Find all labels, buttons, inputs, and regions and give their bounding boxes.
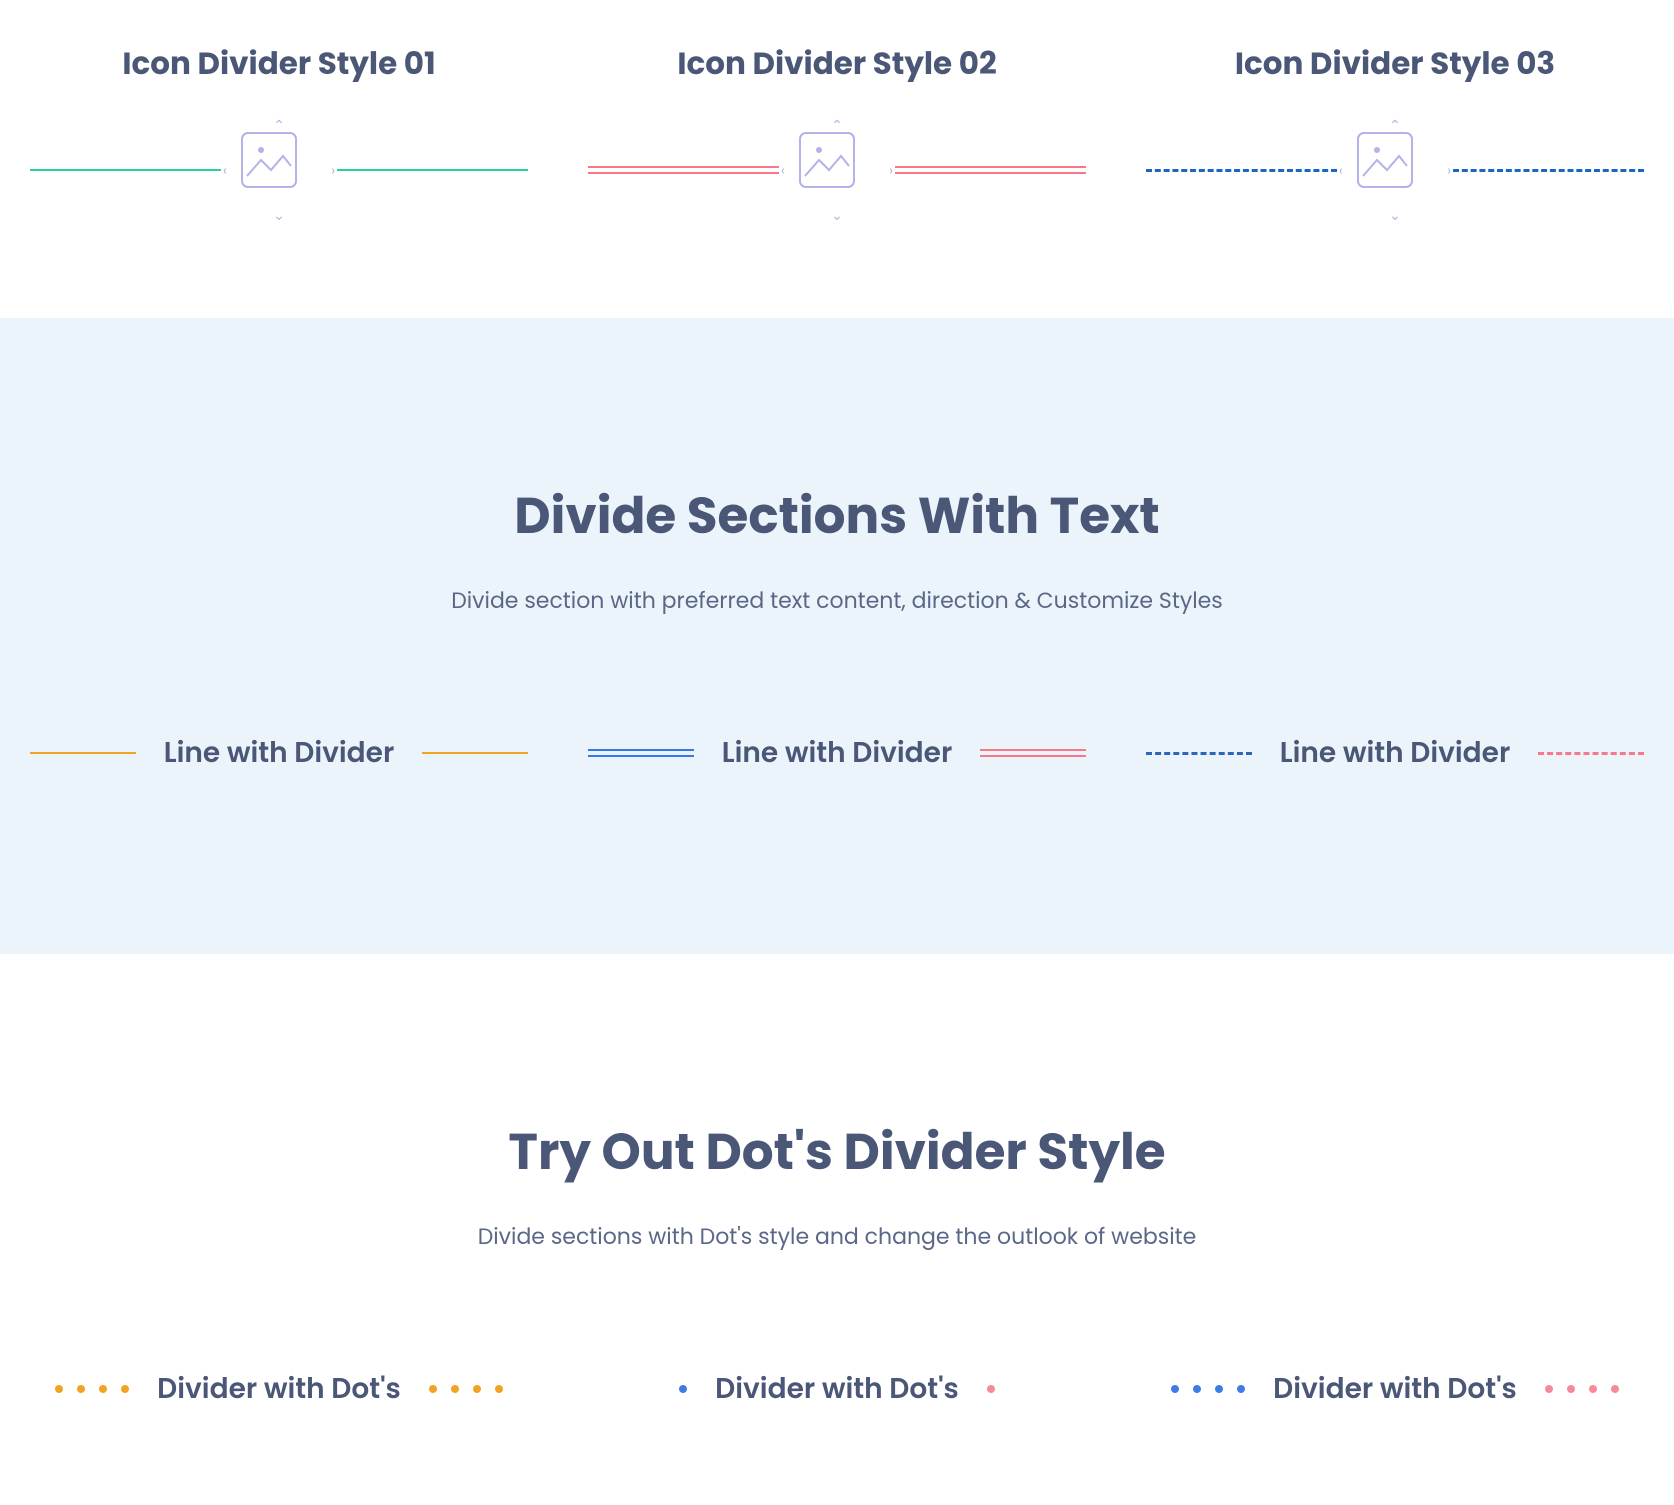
dot-icon: [451, 1385, 459, 1393]
icon-divider-row: Icon Divider Style 01 ⌃ ⌄ ‹ ›: [30, 40, 1644, 208]
dot-icon: [1193, 1385, 1201, 1393]
icon-divider-3: ⌃ ⌄ ‹ ›: [1146, 132, 1644, 208]
chevron-down-icon: ⌄: [273, 208, 285, 222]
dots-left: [679, 1385, 687, 1393]
dots-right: [1545, 1385, 1619, 1393]
divider-line: [1146, 752, 1252, 755]
text-section-title: Divide Sections With Text: [30, 478, 1644, 554]
dot-icon: [55, 1385, 63, 1393]
text-divider-3: Line with Divider: [1146, 732, 1644, 774]
dot-icon: [1237, 1385, 1245, 1393]
chevron-down-icon: ⌄: [1389, 208, 1401, 222]
dot-icon: [429, 1385, 437, 1393]
dots-divider-2: Divider with Dot's: [588, 1368, 1086, 1410]
chevron-left-icon: ‹: [1339, 163, 1343, 177]
divider-line: [422, 752, 528, 754]
divider-line: [895, 166, 1086, 174]
chevron-right-icon: ›: [331, 163, 335, 177]
divider-line: [1453, 169, 1644, 172]
dot-icon: [1611, 1385, 1619, 1393]
icon-divider-title-2: Icon Divider Style 02: [677, 40, 996, 87]
chevron-left-icon: ‹: [223, 163, 227, 177]
divider-line: [30, 169, 221, 171]
dots-divider-section: Try Out Dot's Divider Style Divide secti…: [0, 954, 1674, 1470]
chevron-up-icon: ⌃: [831, 118, 843, 132]
text-divider-2: Line with Divider: [588, 732, 1086, 774]
dot-icon: [1545, 1385, 1553, 1393]
divider-line: [588, 749, 694, 757]
chevron-up-icon: ⌃: [273, 118, 285, 132]
dots-section-subtitle: Divide sections with Dot's style and cha…: [30, 1220, 1644, 1253]
chevron-down-icon: ⌄: [831, 208, 843, 222]
text-divider-label: Line with Divider: [164, 732, 395, 774]
dot-icon: [987, 1385, 995, 1393]
image-placeholder-icon[interactable]: ⌃ ⌄ ‹ ›: [799, 132, 875, 208]
text-section-subtitle: Divide section with preferred text conte…: [30, 584, 1644, 617]
dots-divider-1: Divider with Dot's: [30, 1368, 528, 1410]
dot-icon: [77, 1385, 85, 1393]
divider-line: [1538, 752, 1644, 755]
dots-divider-3: Divider with Dot's: [1146, 1368, 1644, 1410]
divider-line: [588, 166, 779, 174]
divider-line: [980, 749, 1086, 757]
dot-icon: [1567, 1385, 1575, 1393]
chevron-left-icon: ‹: [781, 163, 785, 177]
image-placeholder-icon[interactable]: ⌃ ⌄ ‹ ›: [241, 132, 317, 208]
icon-divider-title-1: Icon Divider Style 01: [122, 40, 435, 87]
text-divider-row: Line with Divider Line with Divider Line…: [30, 732, 1644, 774]
icon-divider-col-2: Icon Divider Style 02 ⌃ ⌄ ‹ ›: [588, 40, 1086, 208]
divider-line: [1146, 169, 1337, 172]
image-placeholder-icon[interactable]: ⌃ ⌄ ‹ ›: [1357, 132, 1433, 208]
divider-line: [337, 169, 528, 171]
icon-divider-section: Icon Divider Style 01 ⌃ ⌄ ‹ ›: [0, 0, 1674, 318]
dots-section-title: Try Out Dot's Divider Style: [30, 1114, 1644, 1190]
icon-divider-1: ⌃ ⌄ ‹ ›: [30, 132, 528, 208]
dot-icon: [121, 1385, 129, 1393]
chevron-right-icon: ›: [1447, 163, 1451, 177]
divider-line: [30, 752, 136, 754]
dot-icon: [679, 1385, 687, 1393]
icon-divider-title-3: Icon Divider Style 03: [1235, 40, 1555, 87]
dots-right: [429, 1385, 503, 1393]
chevron-up-icon: ⌃: [1389, 118, 1401, 132]
dots-left: [55, 1385, 129, 1393]
text-divider-label: Line with Divider: [722, 732, 953, 774]
dots-divider-label: Divider with Dot's: [157, 1368, 401, 1410]
dots-divider-label: Divider with Dot's: [1273, 1368, 1517, 1410]
text-divider-1: Line with Divider: [30, 732, 528, 774]
text-divider-label: Line with Divider: [1280, 732, 1511, 774]
dots-left: [1171, 1385, 1245, 1393]
icon-divider-col-3: Icon Divider Style 03 ⌃ ⌄ ‹ ›: [1146, 40, 1644, 208]
dot-icon: [1589, 1385, 1597, 1393]
dots-right: [987, 1385, 995, 1393]
dot-icon: [99, 1385, 107, 1393]
dot-icon: [495, 1385, 503, 1393]
icon-divider-col-1: Icon Divider Style 01 ⌃ ⌄ ‹ ›: [30, 40, 528, 208]
dot-icon: [473, 1385, 481, 1393]
text-divider-section: Divide Sections With Text Divide section…: [0, 318, 1674, 954]
dot-icon: [1215, 1385, 1223, 1393]
dot-icon: [1171, 1385, 1179, 1393]
dots-divider-row: Divider with Dot's Divider with Dot's: [30, 1368, 1644, 1410]
dots-divider-label: Divider with Dot's: [715, 1368, 959, 1410]
chevron-right-icon: ›: [889, 163, 893, 177]
icon-divider-2: ⌃ ⌄ ‹ ›: [588, 132, 1086, 208]
